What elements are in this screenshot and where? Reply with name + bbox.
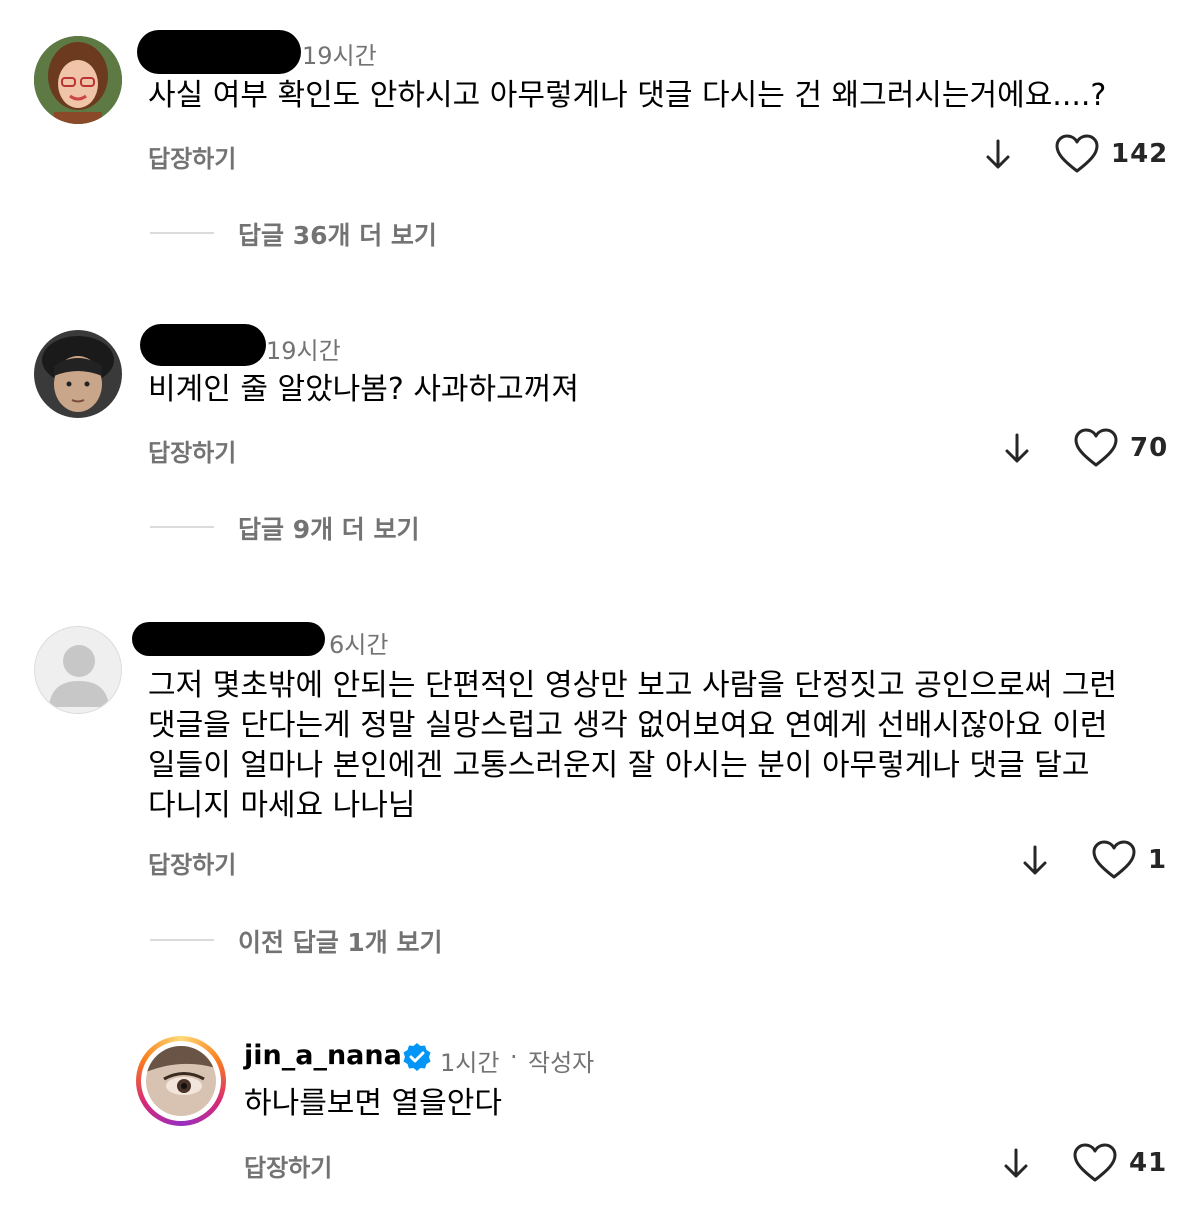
reply-button[interactable]: 답장하기 xyxy=(148,139,236,174)
avatar[interactable] xyxy=(34,330,122,418)
story-ring-avatar[interactable] xyxy=(136,1036,226,1126)
default-avatar-icon xyxy=(35,627,121,713)
heart-icon[interactable] xyxy=(1073,427,1119,469)
arrow-down-icon[interactable] xyxy=(1002,1147,1030,1181)
comment-text: 사실 여부 확인도 안하시고 아무렇게나 댓글 다시는 건 왜그러시는거에요..… xyxy=(148,78,1107,113)
avatar-image xyxy=(146,1046,216,1116)
arrow-down-icon[interactable] xyxy=(1003,432,1031,466)
verified-badge-icon xyxy=(403,1043,431,1071)
avatar-image xyxy=(34,330,122,418)
like-count: 70 xyxy=(1130,433,1169,463)
redacted-username xyxy=(140,324,266,366)
view-previous-replies[interactable]: 이전 답글 1개 보기 xyxy=(238,923,443,959)
like-count: 41 xyxy=(1129,1148,1168,1178)
arrow-down-icon[interactable] xyxy=(984,138,1012,172)
reply-button[interactable]: 답장하기 xyxy=(244,1148,332,1183)
author-label: 작성자 xyxy=(528,1049,595,1077)
like-count: 142 xyxy=(1111,139,1169,169)
like-count: 1 xyxy=(1148,845,1168,875)
avatar-image xyxy=(34,36,122,124)
avatar[interactable] xyxy=(34,626,122,714)
divider-line xyxy=(150,526,214,528)
separator-dot: · xyxy=(510,1043,518,1071)
comment-time: 19시간 xyxy=(266,337,341,365)
comment-time: 19시간 xyxy=(302,42,377,70)
comment-time: 6시간 xyxy=(329,631,389,659)
comment-text: 그저 몇초밖에 안되는 단편적인 영상만 보고 사람을 단정짓고 공인으로써 그… xyxy=(148,668,1118,823)
reply-button[interactable]: 답장하기 xyxy=(148,433,236,468)
view-more-replies[interactable]: 답글 36개 더 보기 xyxy=(238,216,437,252)
redacted-username xyxy=(137,30,301,74)
heart-icon[interactable] xyxy=(1054,133,1100,175)
comment-text: 비계인 줄 알았나봄? 사과하고꺼져 xyxy=(148,372,579,407)
author-username[interactable]: jin_a_nana xyxy=(244,1040,402,1071)
divider-line xyxy=(150,939,214,941)
heart-icon[interactable] xyxy=(1072,1142,1118,1184)
heart-icon[interactable] xyxy=(1091,839,1137,881)
reply-button[interactable]: 답장하기 xyxy=(148,845,236,880)
arrow-down-icon[interactable] xyxy=(1021,844,1049,878)
view-more-replies[interactable]: 답글 9개 더 보기 xyxy=(238,510,420,546)
redacted-username xyxy=(132,622,325,656)
divider-line xyxy=(150,232,214,234)
comment-text: 하나를보면 열을안다 xyxy=(244,1086,502,1121)
comment-time: 1시간 xyxy=(440,1049,500,1077)
avatar[interactable] xyxy=(34,36,122,124)
